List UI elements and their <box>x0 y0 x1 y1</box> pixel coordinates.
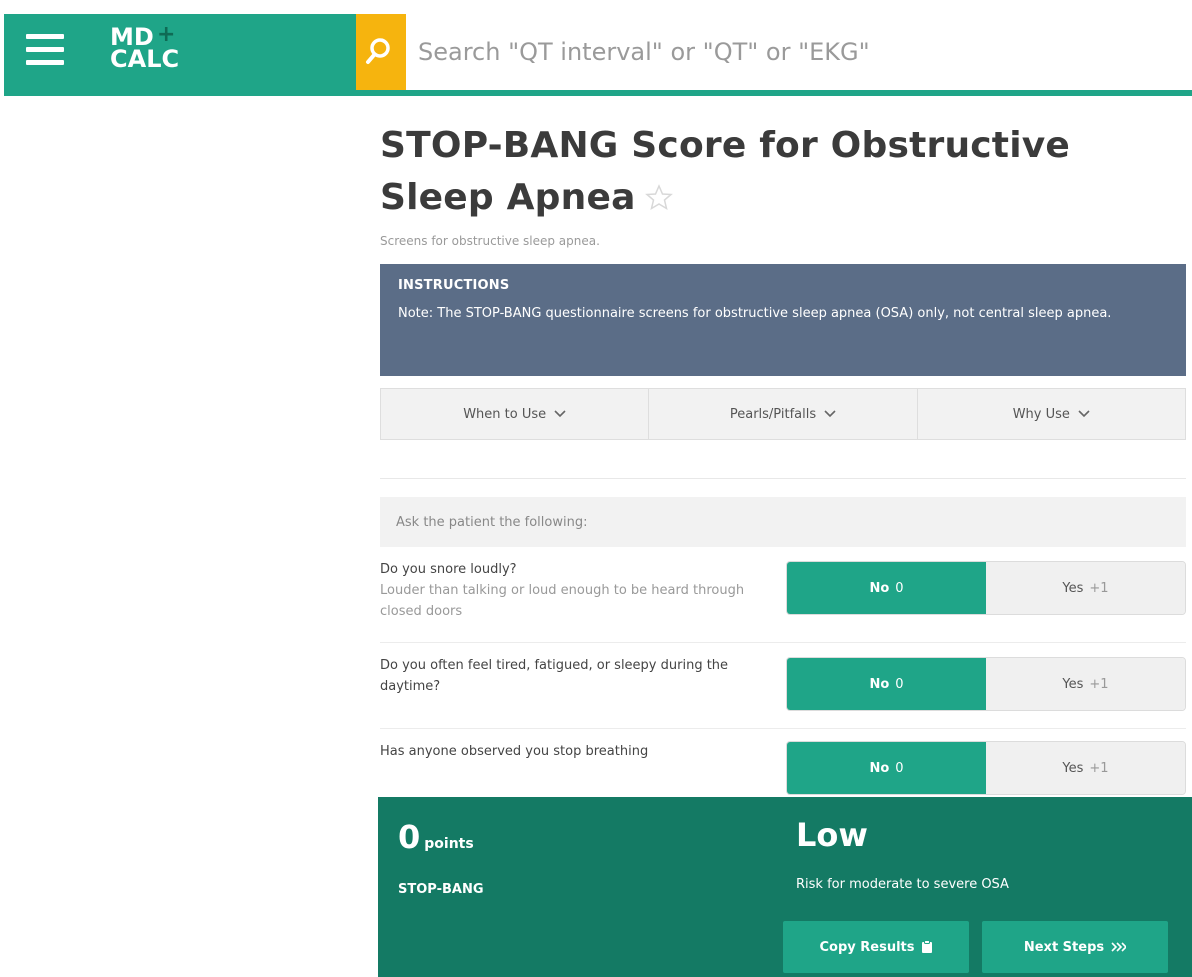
result-risk-block: Low Risk for moderate to severe OSA <box>796 813 1009 892</box>
logo-line-calc: CALC <box>110 45 180 73</box>
search-input[interactable] <box>406 14 1192 90</box>
option-no[interactable]: No 0 <box>787 658 986 710</box>
info-tabs: When to Use Pearls/Pitfalls Why Use <box>380 388 1186 440</box>
mdcalc-logo[interactable]: MD CALC + <box>110 22 190 86</box>
option-yes[interactable]: Yes +1 <box>986 658 1185 710</box>
tab-label: Pearls/Pitfalls <box>729 406 817 422</box>
top-header: MD CALC + <box>0 0 1192 97</box>
instructions-panel: INSTRUCTIONS Note: The STOP-BANG questio… <box>380 264 1186 376</box>
next-steps-button[interactable]: Next Steps <box>982 921 1168 973</box>
result-score-block: 0 points STOP-BANG <box>398 815 484 897</box>
clipboard-icon <box>921 940 932 953</box>
option-no[interactable]: No 0 <box>787 742 986 794</box>
result-panel: 0 points STOP-BANG Low Risk for moderate … <box>378 797 1192 977</box>
question-text: Has anyone observed you stop breathing <box>380 744 649 759</box>
answer-toggle: No 0 Yes +1 <box>786 741 1186 795</box>
section-divider <box>380 478 1186 479</box>
option-yes[interactable]: Yes +1 <box>986 742 1185 794</box>
copy-results-button[interactable]: Copy Results <box>783 921 969 973</box>
question-row-snore: Do you snore loudly? Louder than talking… <box>380 547 1186 643</box>
instructions-label: INSTRUCTIONS <box>398 278 510 293</box>
answer-toggle: No 0 Yes +1 <box>786 657 1186 711</box>
chevrons-right-icon <box>1111 942 1127 952</box>
page-subtitle: Screens for obstructive sleep apnea. <box>380 234 600 248</box>
risk-description: Risk for moderate to severe OSA <box>796 877 1009 892</box>
option-no[interactable]: No 0 <box>787 562 986 614</box>
risk-level: Low <box>796 816 868 854</box>
score-value: 0 <box>398 818 421 856</box>
next-steps-label: Next Steps <box>1023 939 1105 955</box>
question-text: Do you snore loudly? <box>380 562 517 577</box>
page-title: STOP-BANG Score for Obstructive Sleep Ap… <box>380 120 1186 224</box>
instructions-note: Note: The STOP-BANG questionnaire screen… <box>398 306 1112 321</box>
chevron-down-icon <box>824 410 836 418</box>
question-text: Do you often feel tired, fatigued, or sl… <box>380 658 729 694</box>
chevron-down-icon <box>554 410 566 418</box>
tab-label: When to Use <box>463 406 547 422</box>
search-bar <box>356 14 1192 90</box>
search-icon[interactable] <box>356 14 406 90</box>
chevron-down-icon <box>1078 410 1090 418</box>
tab-why-use[interactable]: Why Use <box>918 389 1185 439</box>
score-unit: points <box>424 836 474 852</box>
copy-results-label: Copy Results <box>819 939 915 955</box>
page-title-text: STOP-BANG Score for Obstructive Sleep Ap… <box>380 125 1071 218</box>
question-row-tired: Do you often feel tired, fatigued, or sl… <box>380 643 1186 729</box>
tab-when-to-use[interactable]: When to Use <box>381 389 650 439</box>
ask-prompt: Ask the patient the following: <box>380 497 1186 547</box>
calculator-main: STOP-BANG Score for Obstructive Sleep Ap… <box>380 120 1186 809</box>
result-score: 0 points <box>398 815 484 866</box>
hamburger-icon[interactable] <box>26 34 66 70</box>
score-name: STOP-BANG <box>398 882 484 897</box>
tab-pearls-pitfalls[interactable]: Pearls/Pitfalls <box>649 389 918 439</box>
question-subtext: Louder than talking or loud enough to be… <box>380 583 745 619</box>
logo-plus: + <box>157 22 176 47</box>
option-yes[interactable]: Yes +1 <box>986 562 1185 614</box>
favorite-star-icon[interactable] <box>644 174 674 211</box>
tab-label: Why Use <box>1012 406 1070 422</box>
answer-toggle: No 0 Yes +1 <box>786 561 1186 615</box>
